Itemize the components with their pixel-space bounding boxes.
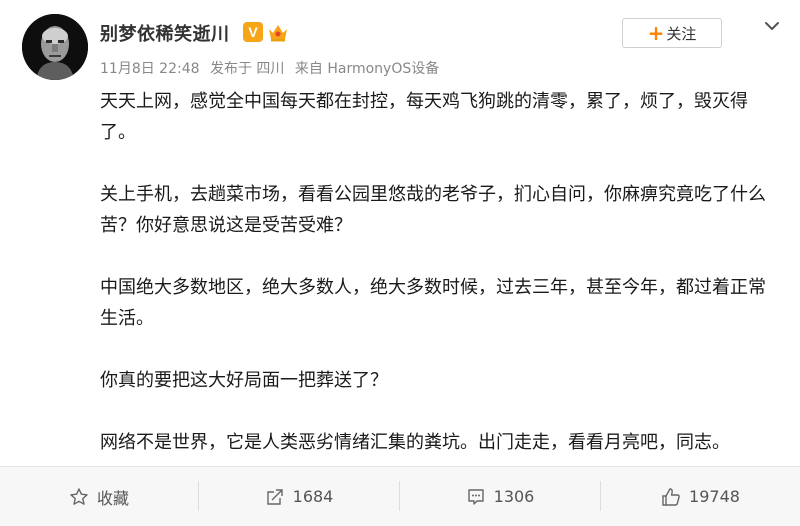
- repost-count: 1684: [292, 487, 334, 506]
- post-paragraph: 中国绝大多数地区，绝大多数人，绝大多数时候，过去三年，甚至今年，都过着正常生活。: [100, 277, 766, 329]
- like-count: 19748: [689, 487, 740, 506]
- username[interactable]: 别梦依稀笑逝川: [100, 20, 230, 46]
- comment-icon: [467, 488, 484, 505]
- post-source: 来自 HarmonyOS设备: [294, 61, 440, 77]
- post-meta: 11月8日 22:48 发布于 四川 来自 HarmonyOS设备: [100, 58, 445, 78]
- verified-v-icon: V: [243, 22, 263, 42]
- follow-label: 关注: [666, 24, 697, 43]
- post-header: 别梦依稀笑逝川 V 11月8日 22:48 发布于 四川 来自 HarmonyO…: [0, 0, 800, 92]
- post-date[interactable]: 11月8日 22:48: [100, 61, 200, 77]
- repost-button[interactable]: 1684: [199, 467, 399, 526]
- favorite-label: 收藏: [96, 488, 129, 508]
- favorite-button[interactable]: 收藏: [0, 467, 198, 526]
- chevron-down-icon[interactable]: [762, 16, 782, 36]
- thumbs-up-icon: [662, 487, 680, 506]
- star-icon: [70, 487, 88, 505]
- follow-button[interactable]: + 关注: [622, 18, 722, 48]
- post-content: 天天上网，感觉全中国每天都在封控，每天鸡飞狗跳的清零，累了，烦了，毁灭得了。 关…: [100, 86, 780, 458]
- action-bar: 收藏 1684 1306 19748: [0, 467, 800, 526]
- plus-icon: +: [647, 21, 665, 45]
- comment-button[interactable]: 1306: [400, 467, 600, 526]
- post-paragraph: 网络不是世界，它是人类恶劣情绪汇集的粪坑。出门走走，看看月亮吧，同志。: [100, 432, 730, 453]
- comment-count: 1306: [493, 487, 535, 506]
- crown-badge-icon: [266, 20, 290, 44]
- post-paragraph: 天天上网，感觉全中国每天都在封控，每天鸡飞狗跳的清零，累了，烦了，毁灭得了。: [100, 91, 748, 143]
- like-button[interactable]: 19748: [601, 467, 800, 526]
- repost-icon: [266, 488, 283, 505]
- post-paragraph: 你真的要把这大好局面一把葬送了？: [100, 370, 388, 391]
- avatar[interactable]: [22, 14, 88, 80]
- post-paragraph: 关上手机，去趟菜市场，看看公园里悠哉的老爷子，扪心自问，你麻痹究竟吃了什么苦？你…: [100, 184, 766, 236]
- post-location: 发布于 四川: [209, 61, 285, 77]
